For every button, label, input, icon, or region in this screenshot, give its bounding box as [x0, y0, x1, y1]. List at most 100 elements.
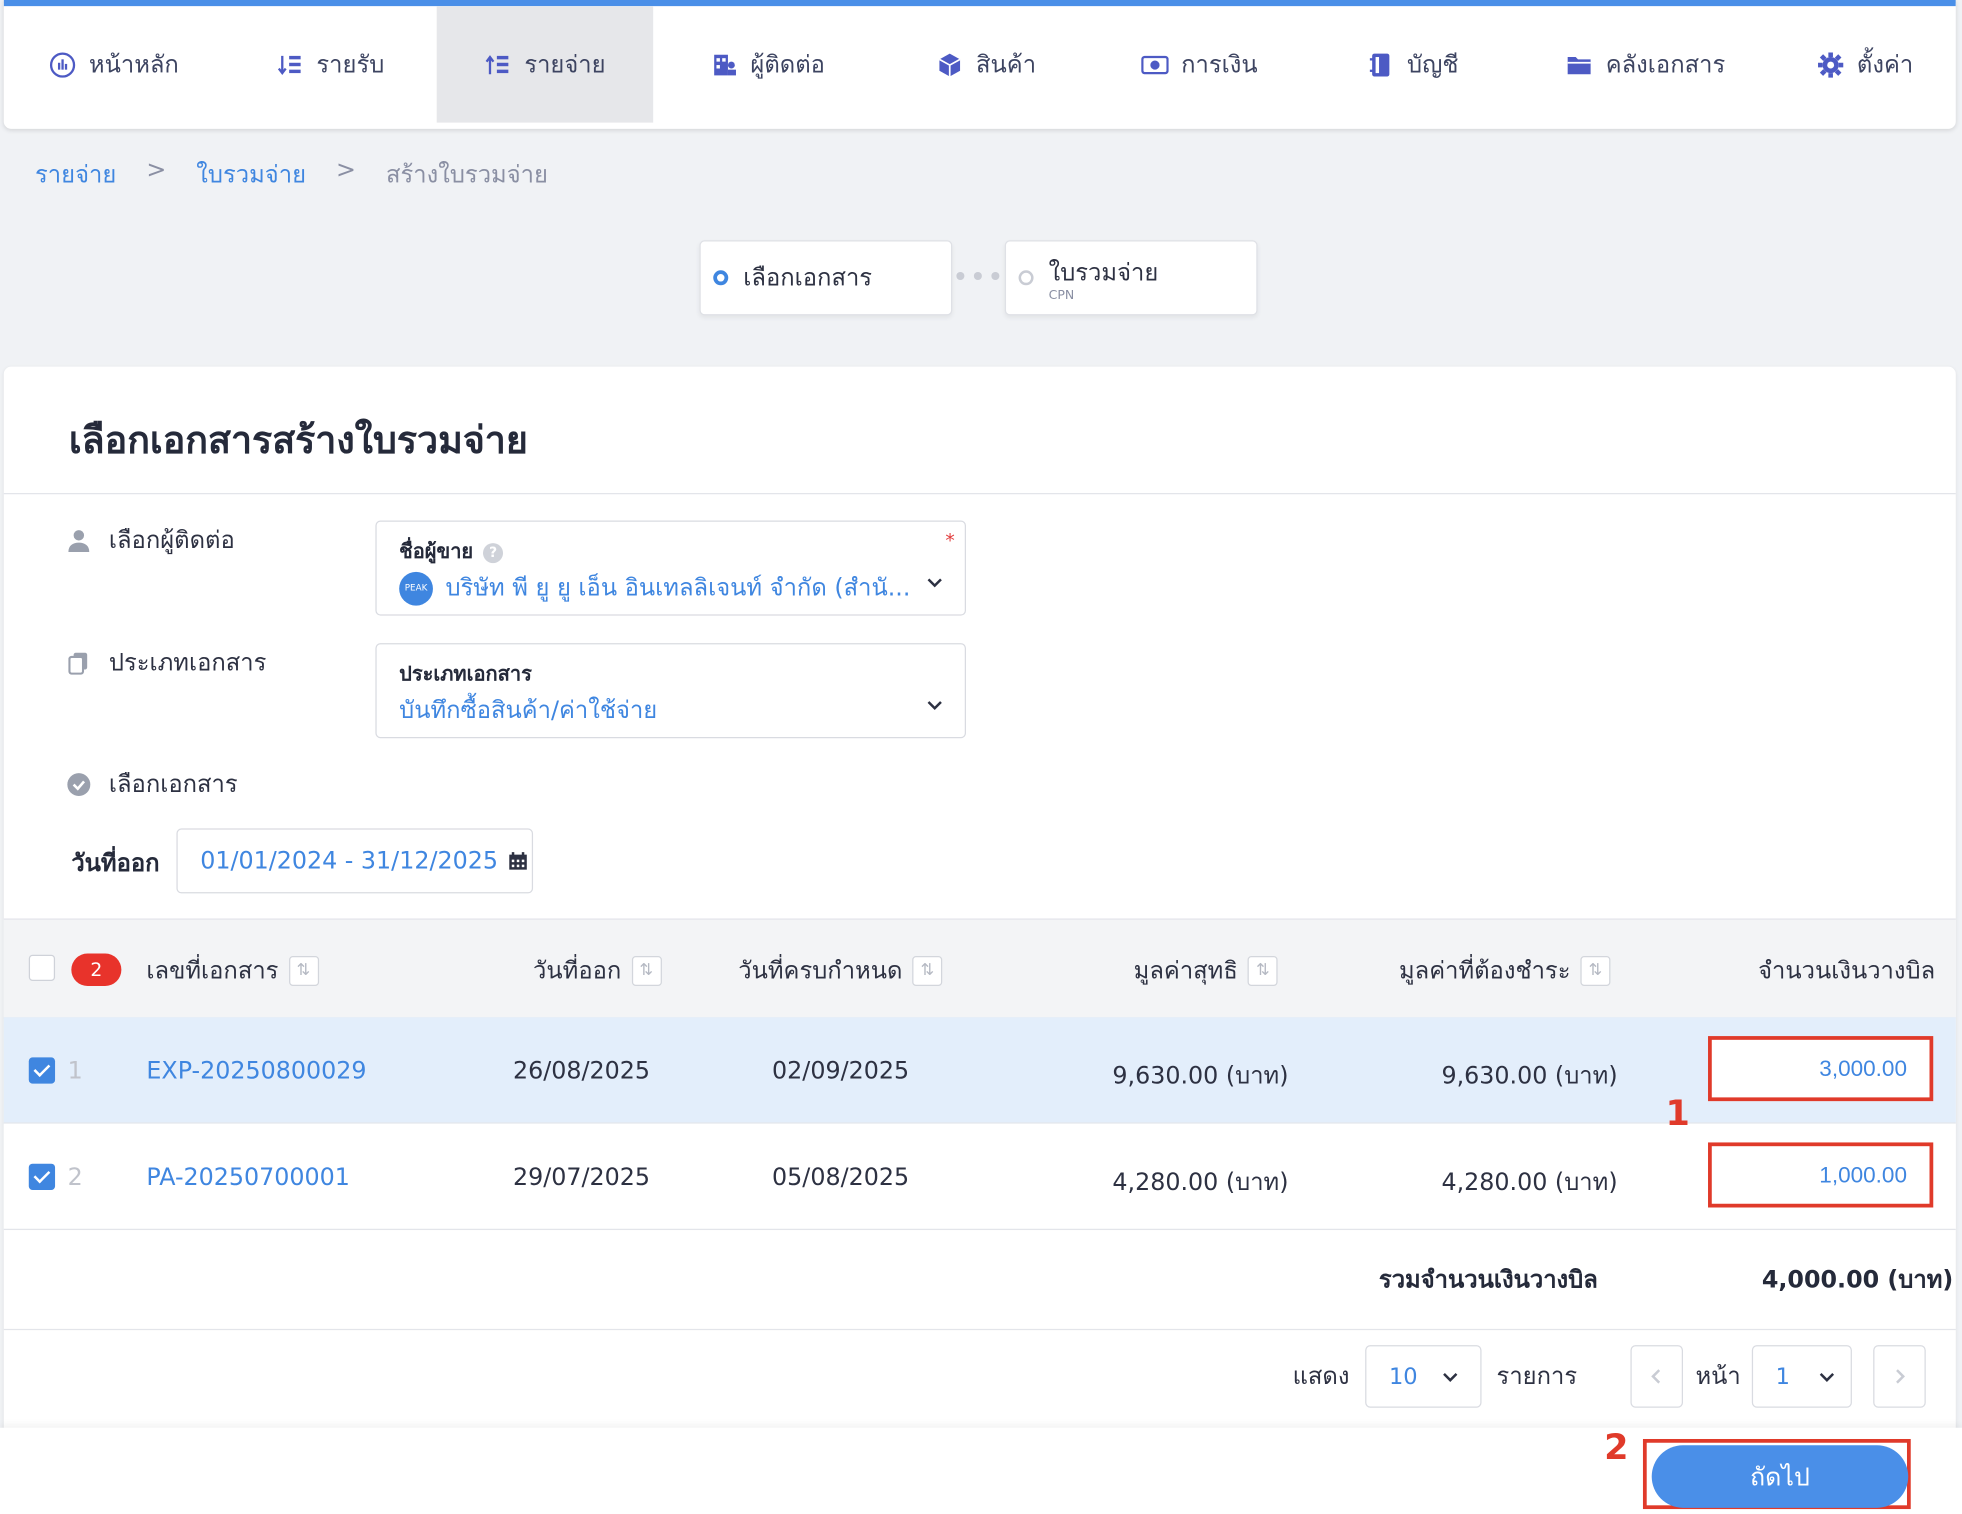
breadcrumb-separator: > [336, 156, 356, 184]
per-page-select[interactable]: 10 [1365, 1345, 1482, 1408]
total-value: 4,000.00 (บาท) [1761, 1266, 1954, 1294]
issue-date: 29/07/2025 [513, 1163, 651, 1192]
doc-number-link[interactable]: EXP-20250800029 [146, 1057, 366, 1085]
income-icon [277, 55, 301, 75]
step-label: ใบรวมจ่าย [1048, 258, 1159, 286]
vendor-select[interactable]: * ชื่อผู้ขาย? PEAK บริษัท พี ยู ยู เอ็น อ… [375, 520, 967, 616]
doctype-value: บันทึกซื้อสินค้า/ค่าใช้จ่าย [399, 696, 658, 725]
page-select[interactable]: 1 [1751, 1345, 1852, 1408]
nav-item-income[interactable]: รายรับ [224, 6, 437, 122]
breadcrumb-expense[interactable]: รายจ่าย [35, 156, 116, 194]
select-all-checkbox[interactable] [28, 954, 56, 982]
annotation-marker-2: 2 [1604, 1426, 1629, 1468]
step-label: เลือกเอกสาร [743, 264, 873, 292]
page-title: เลือกเอกสารสร้างใบรวมจ่าย [68, 419, 528, 463]
header-docno[interactable]: เลขที่เอกสาร ⇅ [146, 952, 319, 990]
nav-label: รายจ่าย [524, 50, 606, 79]
row-checkbox[interactable] [28, 1163, 56, 1190]
doctype-select[interactable]: ประเภทเอกสาร บันทึกซื้อสินค้า/ค่าใช้จ่าย [375, 643, 967, 739]
row-checkbox[interactable] [28, 1057, 56, 1084]
date-range-picker[interactable]: 01/01/2024 - 31/12/2025 [176, 828, 534, 894]
stepper: เลือกเอกสาร ••• ใบรวมจ่าย CPN [699, 240, 1258, 316]
user-icon [68, 530, 90, 553]
contact-label: เลือกผู้ติดต่อ [66, 522, 235, 560]
sort-icon[interactable]: ⇅ [631, 955, 662, 987]
nav-item-accounting[interactable]: บัญชี [1309, 6, 1517, 122]
contacts-icon [713, 54, 736, 75]
due-date: 02/09/2025 [772, 1057, 910, 1085]
table-row[interactable]: 1 EXP-20250800029 26/08/2025 02/09/2025 … [3, 1017, 1956, 1124]
header-payable[interactable]: มูลค่าที่ต้องชำระ ⇅ [1399, 952, 1611, 990]
header-billing-amount: จำนวนเงินวางบิล [1758, 957, 1936, 985]
page-label: หน้า [1695, 1362, 1741, 1391]
nav-item-settings[interactable]: ตั้งค่า [1774, 6, 1955, 122]
chevron-down-icon [1442, 1373, 1458, 1382]
sort-icon[interactable]: ⇅ [1247, 955, 1278, 987]
nav-item-home[interactable]: หน้าหลัก [4, 6, 224, 122]
per-page-value: 10 [1388, 1363, 1418, 1390]
net-value: 9,630.00 (บาท) [1112, 1062, 1289, 1090]
sort-icon[interactable]: ⇅ [1580, 955, 1611, 987]
table-row[interactable]: 2 PA-20250700001 29/07/2025 05/08/2025 4… [3, 1123, 1956, 1231]
dashboard-icon [50, 51, 76, 78]
payable-value: 4,280.00 (บาท) [1441, 1168, 1618, 1197]
help-icon[interactable]: ? [483, 542, 504, 563]
issue-date: 26/08/2025 [513, 1057, 651, 1085]
table-header: 2 เลขที่เอกสาร ⇅ วันที่ออก ⇅ วันที่ครบกำหน… [3, 918, 1956, 1019]
step-active-indicator [713, 270, 729, 286]
breadcrumb-separator: > [146, 156, 167, 184]
next-button[interactable]: ถัดไป [1651, 1445, 1909, 1508]
header-issue-date[interactable]: วันที่ออก ⇅ [533, 952, 662, 990]
required-marker: * [945, 529, 955, 552]
nav-item-contacts[interactable]: ผู้ติดต่อ [653, 6, 882, 122]
header-due-date[interactable]: วันที่ครบกำหนด ⇅ [738, 952, 943, 990]
step-connector: ••• [952, 262, 1005, 294]
nav-item-finance[interactable]: การเงิน [1090, 6, 1309, 122]
peak-logo-icon: PEAK [399, 571, 433, 606]
nav-label: ตั้งค่า [1856, 50, 1914, 79]
divider [3, 1328, 1956, 1331]
header-net-value[interactable]: มูลค่าสุทธิ ⇅ [1134, 952, 1278, 990]
check-circle-icon [67, 773, 91, 797]
nav-label: คลังเอกสาร [1605, 50, 1726, 79]
doctype-caption: ประเภทเอกสาร [399, 661, 532, 686]
folder-icon [1567, 56, 1591, 74]
net-value: 4,280.00 (บาท) [1112, 1168, 1289, 1197]
nav-label: ผู้ติดต่อ [750, 50, 825, 79]
step-combined-payment: ใบรวมจ่าย CPN [1004, 240, 1258, 316]
chevron-down-icon [1820, 1373, 1835, 1382]
payable-value: 9,630.00 (บาท) [1441, 1062, 1618, 1090]
select-documents-label: เลือกเอกสาร [66, 766, 238, 804]
chevron-down-icon [927, 578, 942, 588]
row-index: 2 [67, 1163, 83, 1192]
billing-amount-input[interactable] [1708, 1142, 1934, 1208]
chevron-left-icon [1651, 1369, 1661, 1384]
nav-label: รายรับ [316, 50, 385, 79]
sort-icon[interactable]: ⇅ [288, 955, 319, 987]
breadcrumb-current: สร้างใบรวมจ่าย [385, 161, 548, 189]
step-select-documents: เลือกเอกสาร [699, 240, 953, 316]
nav-item-products[interactable]: สินค้า [882, 6, 1090, 122]
nav-label: หน้าหลัก [88, 50, 179, 79]
doctype-label: ประเภทเอกสาร [66, 644, 266, 682]
nav-item-expense[interactable]: รายจ่าย [436, 6, 654, 123]
top-nav: หน้าหลัก รายรับ รายจ่าย ผู้ติดต่อ สินค้า… [3, 0, 1956, 129]
nav-item-documents[interactable]: คลังเอกสาร [1517, 6, 1775, 122]
nav-label: บัญชี [1406, 50, 1459, 79]
breadcrumb: รายจ่าย > ใบรวมจ่าย > สร้างใบรวมจ่าย [35, 156, 548, 194]
sort-icon[interactable]: ⇅ [912, 955, 943, 987]
nav-label: สินค้า [976, 50, 1037, 79]
calendar-icon [509, 852, 527, 870]
prev-page-button[interactable] [1630, 1345, 1683, 1408]
nav-label: การเงิน [1181, 50, 1258, 79]
chevron-down-icon [927, 701, 942, 711]
billing-amount-input[interactable] [1708, 1036, 1934, 1102]
issue-date-label: วันที่ออก [71, 849, 160, 878]
breadcrumb-combined-payment[interactable]: ใบรวมจ่าย [196, 156, 306, 194]
money-icon [1141, 55, 1169, 74]
next-page-button[interactable] [1873, 1345, 1926, 1408]
doc-number-link[interactable]: PA-20250700001 [146, 1164, 350, 1192]
row-index: 1 [67, 1057, 83, 1085]
selected-count-badge: 2 [71, 953, 122, 987]
date-range-value: 01/01/2024 - 31/12/2025 [200, 847, 498, 875]
